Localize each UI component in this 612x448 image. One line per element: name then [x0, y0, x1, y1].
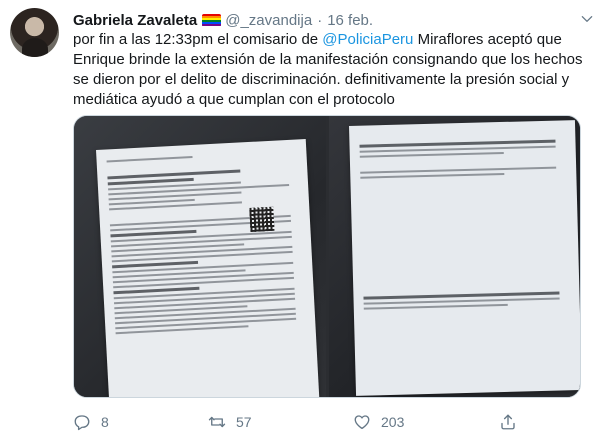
photo-document-2[interactable] — [329, 116, 580, 397]
retweet-count: 57 — [236, 414, 252, 430]
qr-code — [249, 206, 275, 233]
avatar[interactable] — [10, 8, 59, 57]
retweet-icon — [208, 416, 226, 428]
like-button[interactable]: 203 — [353, 413, 404, 431]
chevron-down-icon[interactable] — [580, 12, 594, 26]
share-icon — [501, 414, 515, 430]
heart-icon — [354, 415, 370, 430]
reply-icon — [74, 415, 90, 431]
tweet-date[interactable]: 16 feb. — [327, 12, 373, 29]
tweet-header: Gabriela Zavaleta @_zavandija · 16 feb. — [73, 10, 373, 30]
rainbow-flag-icon — [202, 13, 222, 27]
document-page — [349, 120, 580, 396]
photo-document-1[interactable] — [74, 116, 326, 397]
separator-dot: · — [317, 11, 323, 29]
like-count: 203 — [381, 414, 405, 430]
reply-count: 8 — [101, 414, 109, 430]
user-handle[interactable]: @_zavandija — [225, 12, 312, 29]
tweet-text-part: por fin a las 12:33pm el comisario de — [73, 31, 323, 48]
display-name[interactable]: Gabriela Zavaleta — [73, 12, 197, 29]
tweet[interactable]: Gabriela Zavaleta @_zavandija · 16 feb. … — [0, 0, 612, 448]
tweet-text: por fin a las 12:33pm el comisario de @P… — [73, 30, 593, 110]
mention-link[interactable]: @PoliciaPeru — [322, 31, 413, 48]
media-grid — [73, 115, 581, 398]
retweet-button[interactable]: 57 — [208, 413, 252, 431]
reply-button[interactable]: 8 — [73, 413, 109, 431]
document-page — [96, 139, 320, 397]
tweet-actions: 8 57 203 — [73, 412, 573, 432]
share-button[interactable] — [499, 413, 527, 431]
